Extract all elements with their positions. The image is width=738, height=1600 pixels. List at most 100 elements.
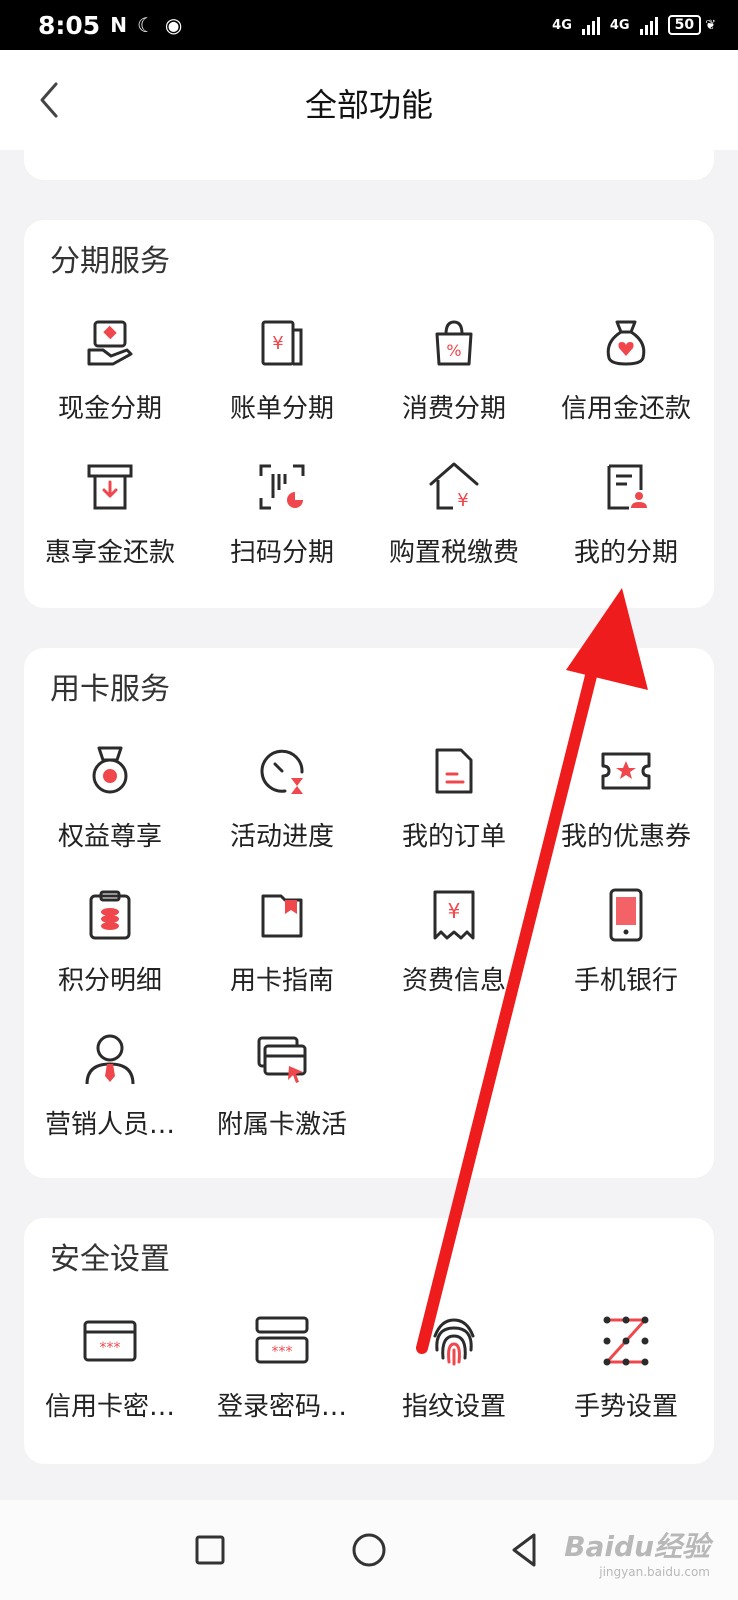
menu-item-card-guide[interactable]: 用卡指南 [196,888,368,1032]
svg-text:***: *** [272,1344,293,1360]
cash-installment-icon [83,316,137,370]
page-title: 全部功能 [304,86,433,124]
menu-item-cash-installment[interactable]: 现金分期 [24,316,196,460]
scan-code-icon [255,460,309,514]
svg-text:¥: ¥ [457,490,468,511]
menu-item-label: 信用金还款 [560,394,691,424]
money-bag-icon [599,316,653,370]
network-label-2: 4G [609,17,630,33]
signal-icon [581,15,600,35]
section-security: 安全设置 *** 信用卡密… *** 登录密码… 指纹设置 手势设置 [24,1218,714,1464]
menu-item-label: 惠享金还款 [44,538,175,568]
signal-icon [639,15,658,35]
baidu-watermark: Baidu经验 jingyan.baidu.com [564,1525,710,1579]
menu-item-label: 手势设置 [573,1392,678,1422]
navigation-bar: 全部功能 [0,50,738,150]
watermark-text: Baidu经验 [564,1530,710,1563]
menu-item-label: 积分明细 [57,966,162,996]
battery-indicator: 50 ❦ [667,15,716,35]
moon-icon: ☾ [136,13,155,37]
points-clipboard-icon [83,888,137,942]
menu-item-benefit-repayment[interactable]: 惠享金还款 [24,460,196,604]
menu-item-fingerprint[interactable]: 指纹设置 [368,1314,540,1458]
square-icon [195,1535,225,1565]
section-title: 安全设置 [50,1242,170,1277]
previous-section-card [24,150,714,180]
menu-item-my-coupons[interactable]: 我的优惠券 [540,744,712,888]
card-password-icon: *** [83,1314,137,1368]
menu-item-label: 手机银行 [573,966,678,996]
svg-text:¥: ¥ [448,899,461,923]
menu-item-login-password[interactable]: *** 登录密码… [196,1314,368,1458]
hotspot-icon: ◉ [164,13,183,37]
battery-level: 50 [667,15,702,35]
network-label-1: 4G [552,17,572,33]
menu-item-mobile-banking[interactable]: 手机银行 [540,888,712,1032]
menu-item-gesture[interactable]: 手势设置 [540,1314,712,1458]
menu-item-label: 账单分期 [229,394,334,424]
menu-item-points[interactable]: 积分明细 [24,888,196,1032]
section-installment: 分期服务 现金分期 ¥ 账单分期 % 消费分期 信用金还款 惠享金还款 扫码分期… [24,220,714,608]
svg-text:%: % [446,341,461,360]
menu-item-scan-installment[interactable]: 扫码分期 [196,460,368,604]
menu-item-credit-repayment[interactable]: 信用金还款 [540,316,712,460]
circle-icon [352,1533,386,1567]
section-title: 用卡服务 [50,672,170,707]
recent-apps-button[interactable] [185,1525,235,1575]
triangle-back-icon [512,1533,536,1567]
nfc-icon: N [110,13,127,37]
guide-book-icon [255,888,309,942]
menu-item-rights[interactable]: 权益尊享 [24,744,196,888]
menu-item-label: 附属卡激活 [216,1110,347,1140]
menu-item-label: 消费分期 [401,394,506,424]
menu-item-label: 权益尊享 [57,822,162,852]
menu-item-label: 资费信息 [401,966,506,996]
menu-item-label: 登录密码… [216,1392,347,1422]
menu-item-fee-info[interactable]: ¥ 资费信息 [368,888,540,1032]
menu-item-my-orders[interactable]: 我的订单 [368,744,540,888]
menu-item-label: 我的优惠券 [560,822,691,852]
menu-item-label: 营销人员… [44,1110,175,1140]
status-time: 8:05 [38,10,101,40]
cards-activate-icon [255,1032,309,1086]
house-yen-icon: ¥ [427,460,481,514]
menu-item-label: 购置税缴费 [388,538,519,568]
menu-item-bill-installment[interactable]: ¥ 账单分期 [196,316,368,460]
section-title: 分期服务 [50,244,170,279]
menu-item-activity-progress[interactable]: 活动进度 [196,744,368,888]
menu-item-label: 我的分期 [573,538,678,568]
order-document-icon [427,744,481,798]
section-card-services: 用卡服务 权益尊享 活动进度 我的订单 我的优惠券 积分明细 用卡指南 ¥ 资费… [24,648,714,1178]
menu-item-my-installment[interactable]: 我的分期 [540,460,712,604]
menu-item-consumer-installment[interactable]: % 消费分期 [368,316,540,460]
atm-download-icon [83,460,137,514]
login-password-icon: *** [255,1314,309,1368]
menu-item-sales-staff[interactable]: 营销人员… [24,1032,196,1176]
sales-person-icon [83,1032,137,1086]
medal-icon [83,744,137,798]
mobile-phone-icon [599,888,653,942]
document-user-icon [599,460,653,514]
fingerprint-icon [427,1314,481,1368]
menu-item-label: 扫码分期 [229,538,334,568]
menu-item-label: 用卡指南 [229,966,334,996]
shopping-bag-icon: % [427,316,481,370]
gesture-pattern-icon [599,1314,653,1368]
back-nav-button[interactable] [500,1525,550,1575]
status-bar: 8:05 N ☾ ◉ 4G 4G 50 ❦ [0,0,738,50]
watermark-subtext: jingyan.baidu.com [599,1565,710,1579]
menu-item-label: 指纹设置 [401,1392,506,1422]
svg-text:***: *** [100,1340,121,1356]
svg-text:¥: ¥ [272,333,283,354]
bill-installment-icon: ¥ [255,316,309,370]
coupon-icon [599,744,653,798]
home-button[interactable] [344,1525,394,1575]
timer-icon [255,744,309,798]
menu-item-label: 我的订单 [401,822,506,852]
menu-item-purchase-tax[interactable]: ¥ 购置税缴费 [368,460,540,604]
menu-item-secondary-card-activation[interactable]: 附属卡激活 [196,1032,368,1176]
menu-item-card-password[interactable]: *** 信用卡密… [24,1314,196,1458]
menu-item-label: 现金分期 [57,394,162,424]
fee-receipt-icon: ¥ [427,888,481,942]
leaf-icon: ❦ [705,17,716,33]
